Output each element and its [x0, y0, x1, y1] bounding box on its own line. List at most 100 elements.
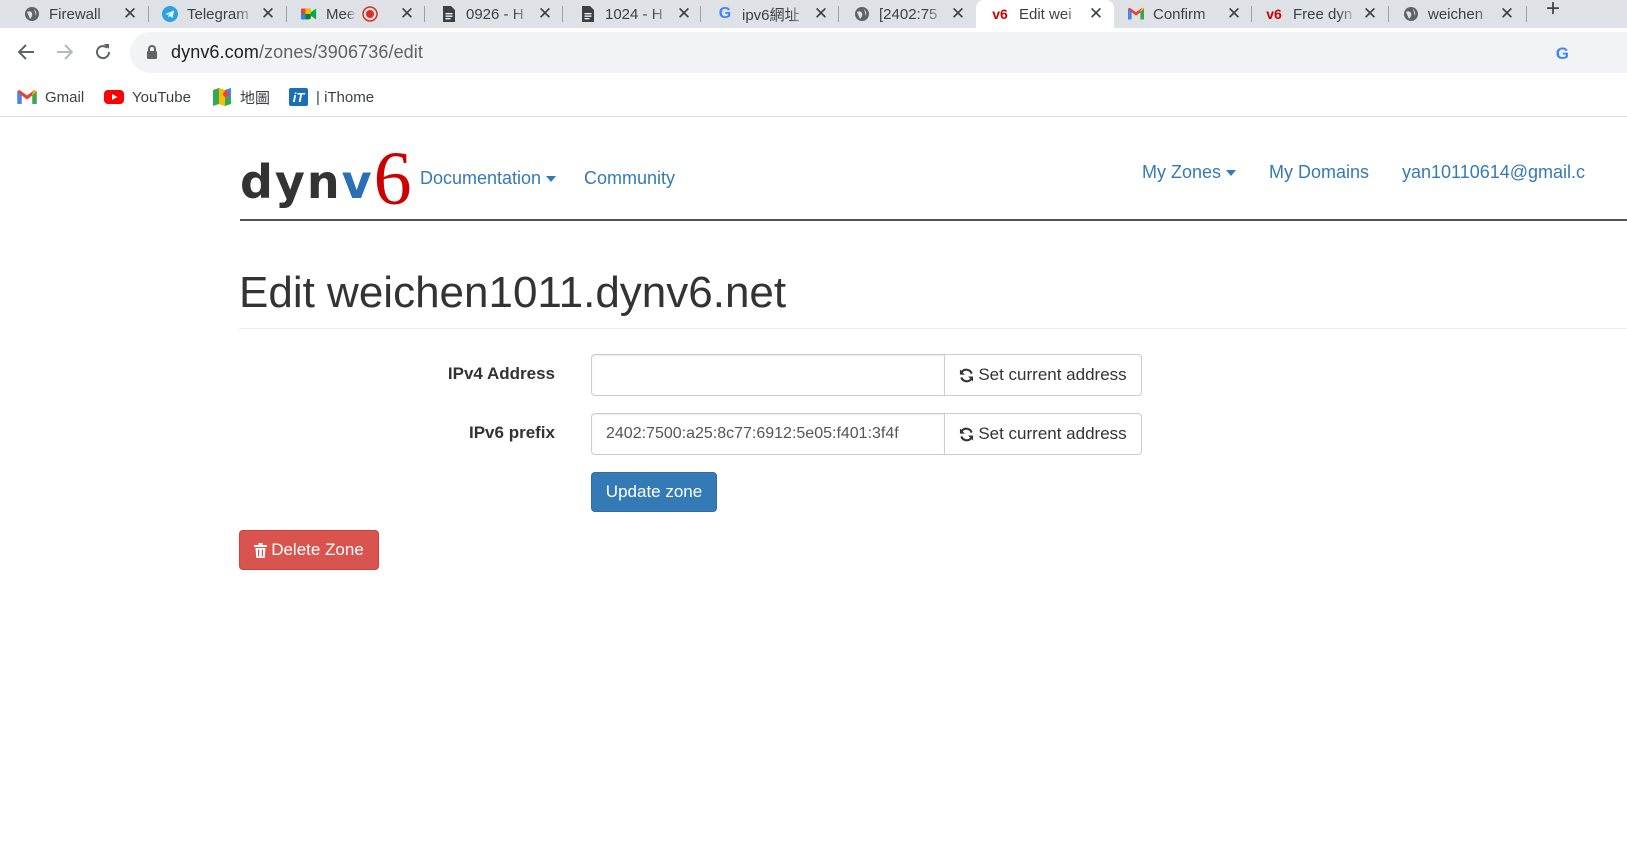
close-icon[interactable]: ✕	[1499, 4, 1515, 24]
gmail-icon	[17, 89, 37, 105]
nav-user-account[interactable]: yan10110614@gmail.c	[1402, 162, 1585, 183]
page-title: Edit weichen1011.dynv6.net	[239, 268, 787, 317]
url-path: /zones/3906736/edit	[258, 42, 423, 62]
tab-title: Free dyn	[1293, 5, 1353, 23]
doc-icon	[441, 6, 457, 22]
google-icon: G	[718, 5, 732, 22]
nav-my-zones[interactable]: My Zones	[1142, 162, 1237, 183]
address-bar[interactable]: dynv6.com/zones/3906736/edit G	[130, 32, 1627, 73]
close-icon[interactable]: ✕	[1088, 4, 1104, 24]
button-label: Delete Zone	[271, 540, 364, 559]
tab-firewall[interactable]: Firewall ✕	[24, 0, 138, 28]
refresh-icon	[959, 368, 974, 383]
tab-free-dyndns[interactable]: v6 Free dyn ✕	[1264, 0, 1378, 28]
nav-community[interactable]: Community	[584, 168, 675, 189]
ipv6-input[interactable]	[591, 413, 945, 455]
tab-separator	[1251, 6, 1252, 22]
url-host: dynv6.com	[171, 42, 259, 62]
trash-icon	[254, 542, 268, 558]
forward-button[interactable]	[52, 39, 78, 65]
doc-icon	[580, 6, 596, 22]
tab-title: 0926 - H	[466, 5, 524, 23]
close-icon[interactable]: ✕	[950, 4, 966, 24]
new-tab-button[interactable]: +	[1541, 0, 1565, 24]
dynv6-icon: v6	[992, 6, 1008, 22]
tab-title: Telegram	[187, 5, 249, 23]
ipv6-set-current-address-button[interactable]: Set current address	[945, 413, 1142, 455]
caret-down-icon	[1226, 170, 1237, 177]
ipv4-input[interactable]	[591, 354, 945, 396]
nav-label: Documentation	[420, 168, 542, 188]
button-label: Set current address	[978, 365, 1127, 384]
ipv4-label: IPv4 Address	[447, 364, 555, 383]
tab-edit-zone[interactable]: v6 Edit wei ✕	[976, 0, 1114, 28]
back-button[interactable]	[13, 39, 39, 65]
title-divider	[239, 328, 1627, 329]
nav-label: My Zones	[1142, 162, 1222, 182]
bookmark-label: YouTube	[132, 88, 191, 106]
tab-doc-1024[interactable]: 1024 - H ✕	[580, 0, 692, 28]
bookmark-ithome[interactable]: iT | iThome	[289, 87, 374, 107]
nav-my-domains[interactable]: My Domains	[1269, 162, 1369, 183]
update-zone-button[interactable]: Update zone	[591, 472, 717, 512]
refresh-icon	[959, 427, 974, 442]
site-logo[interactable]: dynv6	[240, 130, 412, 221]
tab-separator	[1526, 6, 1527, 22]
browser-toolbar: dynv6.com/zones/3906736/edit G	[0, 28, 1627, 78]
lock-icon[interactable]	[147, 45, 157, 59]
google-lens-icon[interactable]: G	[1556, 44, 1569, 64]
tab-meet[interactable]: Mee ✕	[301, 0, 415, 28]
tab-separator	[424, 6, 425, 22]
reload-button[interactable]	[90, 39, 116, 65]
reload-icon	[96, 44, 111, 60]
tab-weichen[interactable]: weichen ✕	[1403, 0, 1515, 28]
tab-telegram[interactable]: Telegram ✕	[162, 0, 276, 28]
tab-title: ipv6網址	[742, 6, 800, 24]
nav-documentation[interactable]: Documentation	[420, 168, 557, 189]
close-icon[interactable]: ✕	[813, 4, 829, 24]
tab-doc-0926[interactable]: 0926 - H ✕	[441, 0, 553, 28]
close-icon[interactable]: ✕	[537, 4, 553, 24]
caret-down-icon	[546, 176, 557, 183]
tab-google-search[interactable]: G ipv6網址 ✕	[717, 0, 829, 28]
maps-icon	[212, 88, 232, 106]
globe-icon	[24, 6, 40, 22]
tab-title: Mee	[326, 5, 356, 23]
tab-title: Confirm	[1153, 5, 1206, 23]
close-icon[interactable]: ✕	[1362, 4, 1378, 24]
close-icon[interactable]: ✕	[260, 4, 276, 24]
bookmark-gmail[interactable]: Gmail	[17, 87, 84, 107]
bookmark-maps[interactable]: 地圖	[212, 87, 270, 107]
tab-gmail-confirm[interactable]: Confirm ✕	[1128, 0, 1242, 28]
bookmark-youtube[interactable]: YouTube	[104, 87, 191, 107]
tab-separator	[838, 6, 839, 22]
url-text[interactable]: dynv6.com/zones/3906736/edit	[171, 42, 423, 63]
telegram-icon	[162, 6, 178, 22]
ipv4-set-current-address-button[interactable]: Set current address	[945, 354, 1142, 396]
tab-strip: Firewall ✕ Telegram ✕ Mee ✕ 0926 - H ✕ 1…	[0, 0, 1627, 28]
recording-icon	[362, 6, 378, 22]
tab-title: Firewall	[49, 5, 101, 23]
site-navbar: dynv6 Documentation Community My Zones M…	[240, 118, 1627, 221]
globe-icon	[1403, 6, 1419, 22]
tab-separator	[148, 6, 149, 22]
tab-separator	[700, 6, 701, 22]
tab-separator	[562, 6, 563, 22]
bookmark-label: 地圖	[240, 89, 271, 107]
dynv6-icon: v6	[1266, 6, 1282, 22]
ithome-icon: iT	[289, 88, 308, 106]
tab-separator	[1388, 6, 1389, 22]
forward-arrow-icon	[57, 44, 74, 60]
delete-zone-button[interactable]: Delete Zone	[239, 530, 379, 570]
tab-separator	[286, 6, 287, 22]
close-icon[interactable]: ✕	[122, 4, 138, 24]
gmail-icon	[1128, 6, 1144, 22]
close-icon[interactable]: ✕	[1226, 4, 1242, 24]
tab-ipv6-address[interactable]: [2402:75 ✕	[854, 0, 966, 28]
back-arrow-icon	[17, 44, 34, 60]
tab-title: Edit wei	[1019, 5, 1072, 23]
close-icon[interactable]: ✕	[399, 4, 415, 24]
logo-text-dyn: dyn	[240, 155, 342, 209]
button-label: Set current address	[978, 424, 1127, 443]
close-icon[interactable]: ✕	[676, 4, 692, 24]
